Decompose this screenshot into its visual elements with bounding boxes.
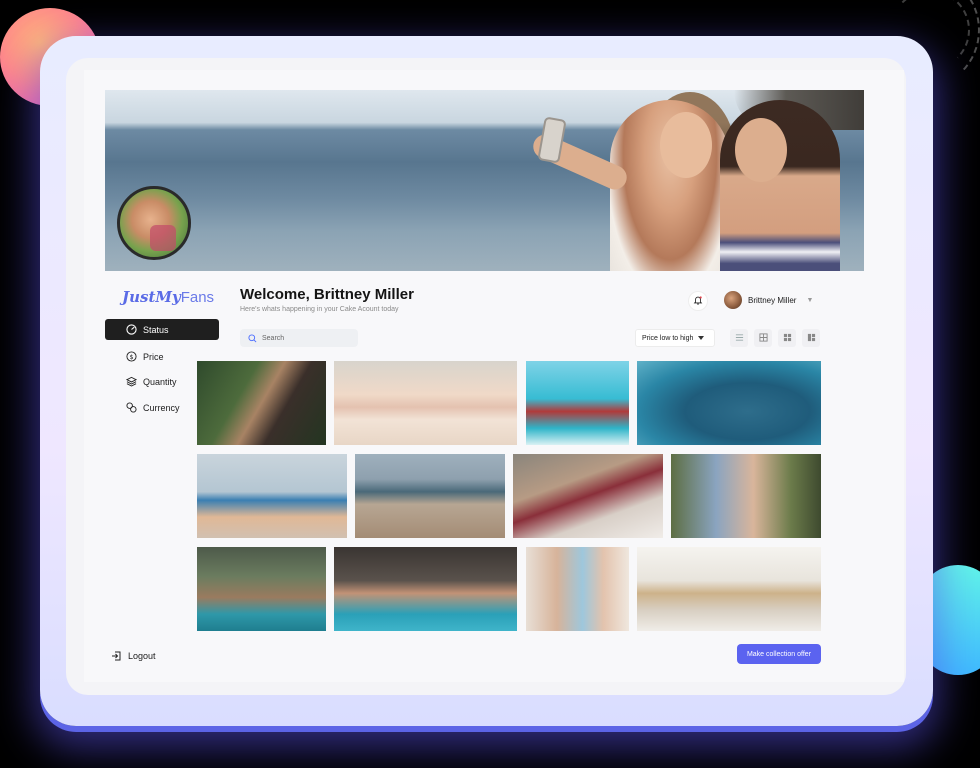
logout-button[interactable]: Logout xyxy=(110,650,156,662)
mosaic-view-button[interactable] xyxy=(802,329,820,347)
brand-logo-part: JustMy xyxy=(122,288,181,306)
chevron-down-icon: ▼ xyxy=(806,296,814,304)
sidebar-item-label: Price xyxy=(143,351,164,362)
page-subtitle: Here's whats happening in your Cake Acou… xyxy=(240,306,399,313)
list-icon xyxy=(735,329,744,347)
banner-figure xyxy=(735,118,787,182)
logout-label: Logout xyxy=(128,651,156,661)
gallery-photo[interactable] xyxy=(197,547,326,631)
gallery-photo[interactable] xyxy=(526,547,629,631)
gallery-photo[interactable] xyxy=(197,361,326,445)
sidebar-item-label: Quantity xyxy=(143,376,177,387)
tile-icon xyxy=(783,329,792,347)
grid-icon xyxy=(758,329,768,347)
gallery-photo[interactable] xyxy=(671,454,821,538)
page-title: Welcome, Brittney Miller xyxy=(240,286,414,303)
svg-text:$: $ xyxy=(129,353,133,361)
tile-view-button[interactable] xyxy=(778,329,796,347)
gallery-photo[interactable] xyxy=(334,361,517,445)
banner-figure xyxy=(720,100,840,271)
profile-banner xyxy=(105,90,864,271)
avatar xyxy=(724,291,742,309)
grid-view-button[interactable] xyxy=(754,329,772,347)
list-view-button[interactable] xyxy=(730,329,748,347)
make-collection-offer-button[interactable]: Make collection offer xyxy=(737,644,821,664)
status-icon xyxy=(126,324,137,335)
stage: JustMyFans Status $ Price Quantity Curre… xyxy=(0,0,980,768)
gallery-photo[interactable] xyxy=(355,454,505,538)
dollar-icon: $ xyxy=(126,351,137,362)
sort-label: Price low to high xyxy=(642,334,694,342)
user-name: Brittney Miller xyxy=(748,295,797,305)
gallery-photo[interactable] xyxy=(334,547,517,631)
gallery-photo[interactable] xyxy=(513,454,663,538)
banner-figure xyxy=(660,112,712,178)
sort-dropdown[interactable]: Price low to high xyxy=(635,329,715,347)
layers-icon xyxy=(126,376,137,387)
notifications-button[interactable] xyxy=(688,291,708,311)
sidebar-item-status[interactable]: Status xyxy=(105,319,219,340)
mosaic-icon xyxy=(807,329,816,347)
sidebar-item-label: Currency xyxy=(143,402,180,413)
gallery-photo[interactable] xyxy=(526,361,629,445)
user-menu[interactable]: Brittney Miller ▼ xyxy=(724,291,813,309)
gallery-photo[interactable] xyxy=(637,361,821,445)
profile-avatar[interactable] xyxy=(117,186,191,260)
gallery-photo[interactable] xyxy=(197,454,347,538)
sidebar-item-label: Status xyxy=(143,324,169,335)
brand-logo-part: Fans xyxy=(180,289,215,306)
search-icon xyxy=(248,333,257,343)
gallery-photo[interactable] xyxy=(637,547,821,631)
bell-icon xyxy=(693,292,703,310)
caret-down-icon xyxy=(698,336,705,340)
brand-logo[interactable]: JustMyFans xyxy=(122,288,214,306)
search-placeholder: Search xyxy=(262,334,285,342)
search-input[interactable]: Search xyxy=(240,329,358,347)
logout-icon xyxy=(110,650,122,662)
currency-icon xyxy=(126,402,137,413)
